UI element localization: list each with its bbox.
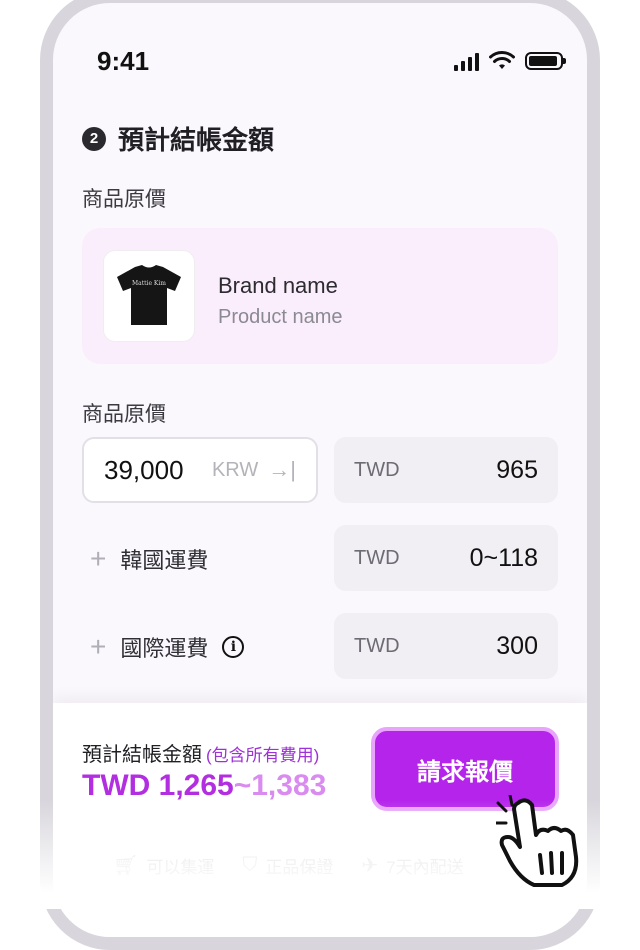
price-section-label: 商品原價 — [82, 403, 166, 426]
converted-price-box: TWD 965 — [334, 437, 558, 503]
feature-list: 🛒︎ 可以集運 ⛉ 正品保證 ✈ 7天內配送 — [113, 853, 464, 878]
total-label-text: 預計結帳金額 — [82, 744, 202, 766]
battery-icon — [525, 52, 566, 70]
product-name: Product name — [218, 306, 343, 328]
signal-icon — [454, 51, 479, 71]
intl-shipping-box: TWD 300 — [334, 613, 558, 679]
korea-shipping-box: TWD 0~118 — [334, 525, 558, 591]
plus-icon: + — [90, 543, 107, 574]
converted-value: 965 — [496, 455, 538, 484]
brand-name: Brand name — [218, 273, 338, 298]
step-title: 預計結帳金額 — [118, 125, 275, 155]
info-icon[interactable]: i — [222, 636, 245, 658]
shirt-print: Mattie Kim — [132, 280, 166, 287]
total-amount-range: ~1,383 — [233, 769, 327, 802]
krw-price-input[interactable]: 39,000 KRW →| — [82, 437, 318, 503]
cart-icon: 🛒︎ — [113, 855, 139, 877]
converted-currency: TWD — [354, 458, 400, 481]
feature-label: 正品保證 — [265, 858, 334, 877]
feature-item: 🛒︎ 可以集運 — [113, 853, 214, 878]
status-time: 9:41 — [97, 46, 150, 76]
step-number-badge: 2 — [82, 126, 106, 151]
total-amount: TWD 1,265~1,383 — [82, 769, 326, 803]
feature-item: ⛉ 正品保證 — [242, 853, 333, 878]
intl-shipping-text: 國際運費 — [120, 636, 209, 661]
product-card[interactable]: Mattie Kim Brand name Product name — [82, 228, 558, 364]
intl-shipping-currency: TWD — [354, 634, 400, 657]
product-section-label: 商品原價 — [82, 188, 166, 211]
krw-value: 39,000 — [104, 454, 184, 485]
shield-icon: ⛉ — [242, 854, 258, 876]
wifi-icon — [489, 51, 515, 69]
korea-shipping-label: + 韓國運費 — [90, 543, 208, 575]
intl-shipping-value: 300 — [496, 631, 538, 660]
convert-arrow-icon: →| — [268, 457, 296, 482]
step-header: 2 預計結帳金額 — [82, 120, 274, 157]
feature-item: ✈ 7天內配送 — [361, 853, 463, 878]
krw-unit: KRW — [211, 458, 259, 481]
status-icons — [454, 51, 566, 71]
total-note: (包含所有費用) — [206, 746, 320, 765]
product-thumbnail: Mattie Kim — [103, 250, 195, 342]
pointer-hand-icon — [496, 795, 579, 887]
korea-shipping-text: 韓國運費 — [120, 548, 209, 573]
feature-label: 7天內配送 — [386, 858, 464, 877]
tshirt-icon: Mattie Kim — [117, 265, 181, 325]
plus-icon: + — [90, 631, 107, 662]
plane-icon: ✈ — [361, 855, 379, 877]
total-amount-prefix: TWD 1,265 — [82, 769, 234, 802]
korea-shipping-value: 0~118 — [469, 543, 538, 572]
total-label: 預計結帳金額 (包含所有費用) — [82, 738, 319, 767]
feature-label: 可以集運 — [146, 858, 215, 877]
korea-shipping-currency: TWD — [354, 546, 400, 569]
intl-shipping-label: + 國際運費 i — [90, 631, 245, 663]
